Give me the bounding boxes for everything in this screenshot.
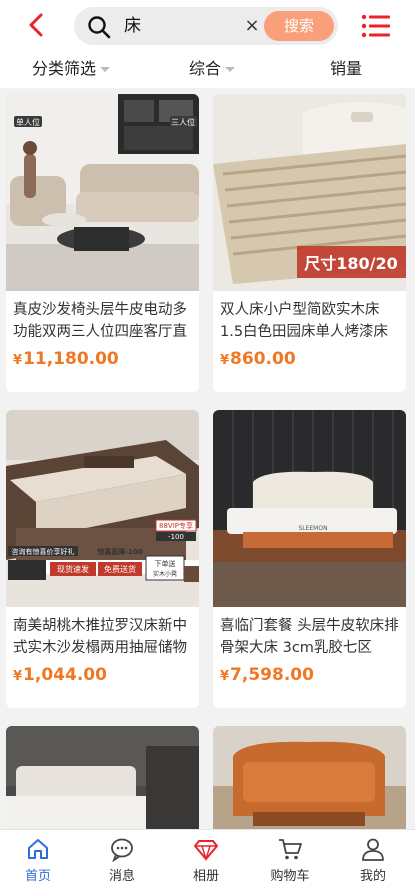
promo-vip-amount: -100 <box>168 533 184 541</box>
tab-cart-label: 购物车 <box>270 869 310 884</box>
top-bar: 床 × 搜索 <box>0 0 415 52</box>
promo-consult: 咨询有惊喜价享好礼 <box>12 547 75 556</box>
filter-sales-label: 销量 <box>330 59 363 78</box>
currency-symbol: ¥ <box>13 353 23 368</box>
product-card[interactable]: SLEEMON 喜临门套餐 头层牛皮软床排骨架大床 3cm乳胶七区 ¥7,598… <box>213 410 406 708</box>
size-overlay: 尺寸180/20 <box>304 254 398 273</box>
product-title[interactable]: 双人床小户型简欧实木床1.5白色田园床单人烤漆床 <box>213 291 406 343</box>
tab-home-label: 首页 <box>24 869 51 884</box>
user-icon <box>362 838 384 861</box>
clear-icon[interactable]: × <box>242 16 262 36</box>
badge-single-seat: 单人位 <box>16 117 40 127</box>
product-title[interactable]: 真皮沙发椅头层牛皮电动多功能双两三人位四座客厅直 <box>6 291 199 343</box>
product-image[interactable]: SLEEMON <box>213 410 406 607</box>
tab-album[interactable]: 相册 <box>166 836 246 884</box>
product-price: ¥11,180.00 <box>6 343 199 369</box>
product-price: ¥7,598.00 <box>213 659 406 685</box>
currency-symbol: ¥ <box>13 669 23 684</box>
product-card[interactable]: 尺寸180/20 双人床小户型简欧实木床1.5白色田园床单人烤漆床 ¥860.0… <box>213 94 406 392</box>
filter-comprehensive[interactable]: 综合 <box>189 57 236 81</box>
tab-mine[interactable]: 我的 <box>333 836 413 884</box>
currency-symbol: ¥ <box>220 353 230 368</box>
search-button[interactable]: 搜索 <box>264 11 334 41</box>
home-icon <box>28 839 48 859</box>
promo-in-stock: 现货速发 <box>57 564 89 574</box>
product-image[interactable]: 咨询有惊喜价享好礼 惊喜直降-100 88VIP专享 -100 现货速发 免费送… <box>6 410 199 607</box>
back-arrow-icon[interactable] <box>22 10 52 40</box>
product-card[interactable] <box>6 726 199 846</box>
product-title[interactable]: 喜临门套餐 头层牛皮软床排骨架大床 3cm乳胶七区 <box>213 607 406 659</box>
album-gem-icon <box>194 840 218 862</box>
promo-free-delivery: 免费送货 <box>104 564 136 574</box>
brand-mark: SLEEMON <box>298 525 327 532</box>
product-card[interactable]: 单人位 三人位 真皮沙发椅头层牛皮电动多功能双两三人位四座客厅直 ¥11,180… <box>6 94 199 392</box>
product-price: ¥1,044.00 <box>6 659 199 685</box>
product-title[interactable]: 南美胡桃木推拉罗汉床新中式实木沙发榻两用抽屉储物 <box>6 607 199 659</box>
promo-wood-stool: 实木小凳 <box>153 570 177 578</box>
product-price: ¥860.00 <box>213 343 406 369</box>
product-image[interactable] <box>213 726 406 846</box>
product-card[interactable]: 咨询有惊喜价享好礼 惊喜直降-100 88VIP专享 -100 现货速发 免费送… <box>6 410 199 708</box>
search-bar[interactable]: 床 × 搜索 <box>74 7 338 45</box>
promo-direct-discount: 惊喜直降-100 <box>96 547 143 556</box>
filter-sales[interactable]: 销量 <box>330 57 362 81</box>
product-image[interactable]: 单人位 三人位 <box>6 94 199 291</box>
promo-order-gift: 下单送 <box>155 559 176 568</box>
badge-three-seat: 三人位 <box>171 117 195 127</box>
price-value: 1,044.00 <box>23 665 107 685</box>
cart-icon <box>279 839 302 860</box>
bottom-tab-bar: 首页 消息 相册 购物车 我的 <box>0 829 415 890</box>
caret-down-icon <box>225 67 236 72</box>
filter-comprehensive-label: 综合 <box>189 59 222 78</box>
promo-vip: 88VIP专享 <box>159 521 193 530</box>
tab-messages[interactable]: 消息 <box>82 836 162 884</box>
search-input[interactable]: 床 <box>124 15 141 37</box>
product-card[interactable] <box>213 726 406 846</box>
search-icon <box>88 16 111 39</box>
list-menu-icon[interactable] <box>360 12 392 40</box>
filter-category[interactable]: 分类筛选 <box>32 57 111 81</box>
product-image[interactable]: 尺寸180/20 <box>213 94 406 291</box>
tab-home[interactable]: 首页 <box>0 836 78 884</box>
price-value: 860.00 <box>230 349 296 369</box>
tab-messages-label: 消息 <box>108 869 135 884</box>
tab-album-label: 相册 <box>192 869 219 884</box>
filter-category-label: 分类筛选 <box>32 59 97 78</box>
currency-symbol: ¥ <box>220 669 230 684</box>
caret-down-icon <box>100 67 111 72</box>
filter-bar: 分类筛选 综合 销量 <box>0 52 415 88</box>
tab-mine-label: 我的 <box>359 869 386 884</box>
product-image[interactable] <box>6 726 199 846</box>
tab-cart[interactable]: 购物车 <box>250 836 330 884</box>
price-value: 7,598.00 <box>230 665 314 685</box>
message-icon <box>111 838 133 862</box>
price-value: 11,180.00 <box>23 349 119 369</box>
